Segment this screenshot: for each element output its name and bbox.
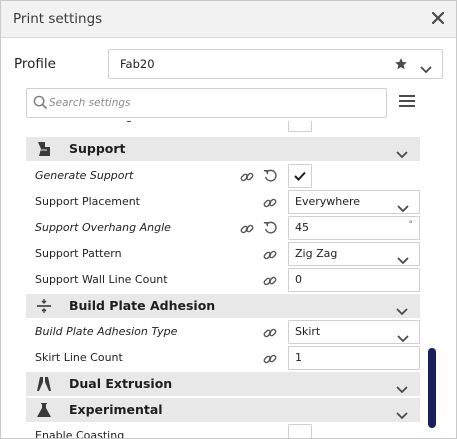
star-icon[interactable] bbox=[394, 56, 408, 75]
select-value: Everywhere bbox=[295, 195, 361, 208]
category-label: Build Plate Adhesion bbox=[69, 298, 216, 313]
chevron-down-icon bbox=[396, 379, 408, 398]
partial-checkbox[interactable] bbox=[288, 121, 312, 132]
adhesion-type-select[interactable]: Skirt bbox=[288, 320, 420, 344]
setting-row-partial bbox=[26, 121, 420, 134]
close-icon[interactable] bbox=[428, 8, 448, 28]
dual-extrusion-icon bbox=[36, 376, 52, 392]
chevron-down-icon bbox=[396, 405, 408, 424]
setting-row: Support Wall Line Count 0 bbox=[26, 267, 420, 293]
chevron-down-icon bbox=[420, 59, 432, 78]
setting-label: Skirt Line Count bbox=[35, 351, 123, 364]
settings-list: Support Generate Support Support Placeme… bbox=[26, 121, 422, 439]
select-value: Skirt bbox=[295, 325, 321, 338]
select-value: Zig Zag bbox=[295, 247, 338, 260]
link-icon[interactable] bbox=[263, 273, 277, 292]
setting-row: Enable Coasting bbox=[26, 423, 420, 439]
category-label: Dual Extrusion bbox=[69, 376, 173, 391]
profile-value: Fab20 bbox=[120, 57, 155, 71]
setting-label: Support Wall Line Count bbox=[35, 273, 168, 286]
setting-label: Support Pattern bbox=[35, 247, 122, 260]
flask-icon bbox=[36, 402, 52, 418]
reset-icon[interactable] bbox=[263, 220, 277, 239]
search-icon bbox=[33, 95, 48, 114]
adhesion-icon bbox=[36, 298, 52, 314]
overhang-angle-input[interactable]: 45 ° bbox=[288, 216, 420, 240]
partial-mark bbox=[127, 121, 131, 122]
profile-label: Profile bbox=[14, 56, 56, 72]
setting-row: Build Plate Adhesion Type Skirt bbox=[26, 319, 420, 345]
category-build-plate-adhesion[interactable]: Build Plate Adhesion bbox=[26, 294, 420, 318]
print-settings-window: Print settings Profile Fab20 Search sett… bbox=[0, 0, 457, 439]
setting-label: Enable Coasting bbox=[35, 429, 125, 439]
reset-icon[interactable] bbox=[263, 168, 277, 187]
category-label: Support bbox=[69, 141, 126, 156]
support-icon bbox=[36, 141, 52, 157]
scrollbar-thumb[interactable] bbox=[428, 348, 436, 428]
link-icon[interactable] bbox=[263, 325, 277, 344]
input-value: 0 bbox=[295, 273, 302, 286]
link-icon[interactable] bbox=[240, 221, 254, 240]
setting-row: Skirt Line Count 1 bbox=[26, 345, 420, 371]
generate-support-checkbox[interactable] bbox=[288, 164, 312, 188]
window-title: Print settings bbox=[13, 11, 103, 27]
setting-label: Build Plate Adhesion Type bbox=[35, 325, 178, 338]
link-icon[interactable] bbox=[263, 195, 277, 214]
input-value: 1 bbox=[295, 351, 302, 364]
setting-label: Support Placement bbox=[35, 195, 140, 208]
setting-label: Support Overhang Angle bbox=[35, 221, 171, 234]
wall-line-count-input[interactable]: 0 bbox=[288, 268, 420, 292]
link-icon[interactable] bbox=[240, 169, 254, 188]
skirt-line-count-input[interactable]: 1 bbox=[288, 346, 420, 370]
chevron-down-icon bbox=[396, 144, 408, 163]
profile-dropdown[interactable]: Fab20 bbox=[108, 49, 443, 79]
link-icon[interactable] bbox=[263, 247, 277, 266]
support-pattern-select[interactable]: Zig Zag bbox=[288, 242, 420, 266]
category-experimental[interactable]: Experimental bbox=[26, 398, 420, 422]
unit-label: ° bbox=[408, 220, 414, 230]
category-dual-extrusion[interactable]: Dual Extrusion bbox=[26, 372, 420, 396]
setting-row: Support Overhang Angle 45 ° bbox=[26, 215, 420, 241]
search-box bbox=[26, 88, 387, 118]
title-bar: Print settings bbox=[1, 1, 456, 38]
settings-menu-icon[interactable] bbox=[399, 95, 415, 109]
support-placement-select[interactable]: Everywhere bbox=[288, 190, 420, 214]
setting-row: Generate Support bbox=[26, 163, 420, 189]
setting-row: Support Placement Everywhere bbox=[26, 189, 420, 215]
link-icon[interactable] bbox=[263, 351, 277, 370]
enable-coasting-checkbox[interactable] bbox=[288, 424, 312, 438]
setting-label: Generate Support bbox=[35, 169, 134, 182]
chevron-down-icon bbox=[396, 301, 408, 320]
input-value: 45 bbox=[295, 221, 309, 234]
category-support[interactable]: Support bbox=[26, 137, 420, 161]
category-label: Experimental bbox=[69, 402, 163, 417]
setting-row: Support Pattern Zig Zag bbox=[26, 241, 420, 267]
search-input[interactable] bbox=[49, 93, 369, 113]
check-icon bbox=[294, 171, 306, 181]
